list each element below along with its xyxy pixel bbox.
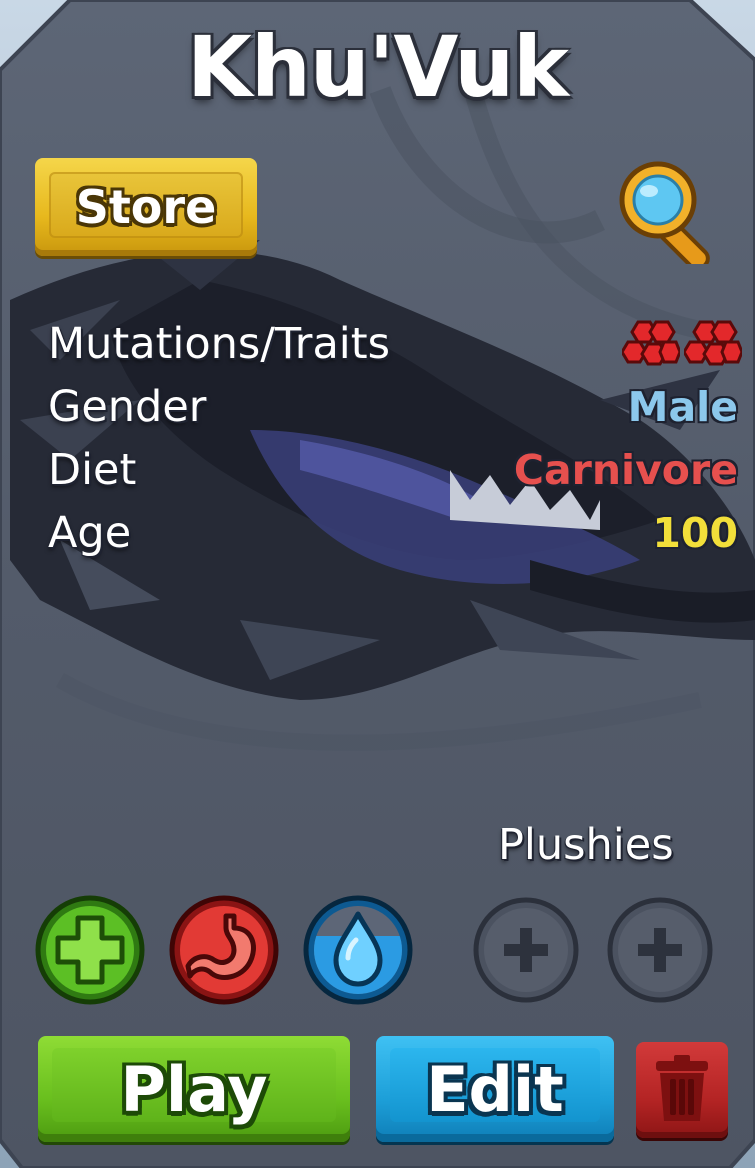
play-button[interactable]: Play <box>38 1036 350 1142</box>
play-button-label: Play <box>120 1052 268 1126</box>
edit-button[interactable]: Edit <box>376 1036 614 1142</box>
edit-button-label: Edit <box>426 1052 564 1126</box>
mutation-icons <box>622 318 742 370</box>
stat-label: Age <box>48 507 132 558</box>
gender-value: Male <box>627 382 738 431</box>
stomach-hunger-icon[interactable] <box>168 894 280 1006</box>
plushies-label: Plushies <box>498 820 674 870</box>
stat-row-age: Age 100 <box>48 501 738 564</box>
age-value: 100 <box>652 508 738 557</box>
magnifying-glass-icon[interactable] <box>612 158 732 271</box>
plushie-slot-2[interactable] <box>604 894 716 1006</box>
delete-button[interactable] <box>636 1042 728 1138</box>
store-button-label: Store <box>75 180 217 234</box>
plushie-slot-1[interactable] <box>470 894 582 1006</box>
green-plus-health-icon[interactable] <box>34 894 146 1006</box>
store-button[interactable]: Store <box>35 158 257 256</box>
water-drop-thirst-icon[interactable] <box>302 894 414 1006</box>
trash-can-icon <box>656 1055 708 1121</box>
stat-label: Diet <box>48 444 137 495</box>
stat-row-diet: Diet Carnivore <box>48 438 738 501</box>
stat-row-mutations: Mutations/Traits <box>48 312 742 375</box>
stat-row-gender: Gender Male <box>48 375 738 438</box>
stat-label: Mutations/Traits <box>48 318 391 369</box>
creature-name: Khu'Vuk <box>186 18 569 116</box>
red-cluster-mutation-icon[interactable] <box>684 318 742 370</box>
stats-list: Mutations/Traits Gender Male Diet Carniv… <box>48 312 742 564</box>
creature-card: Khu'Vuk Store Mutations/Traits Gender Ma… <box>0 0 755 1168</box>
red-cluster-mutation-icon[interactable] <box>622 318 680 370</box>
diet-value: Carnivore <box>513 445 738 494</box>
stat-label: Gender <box>48 381 207 432</box>
